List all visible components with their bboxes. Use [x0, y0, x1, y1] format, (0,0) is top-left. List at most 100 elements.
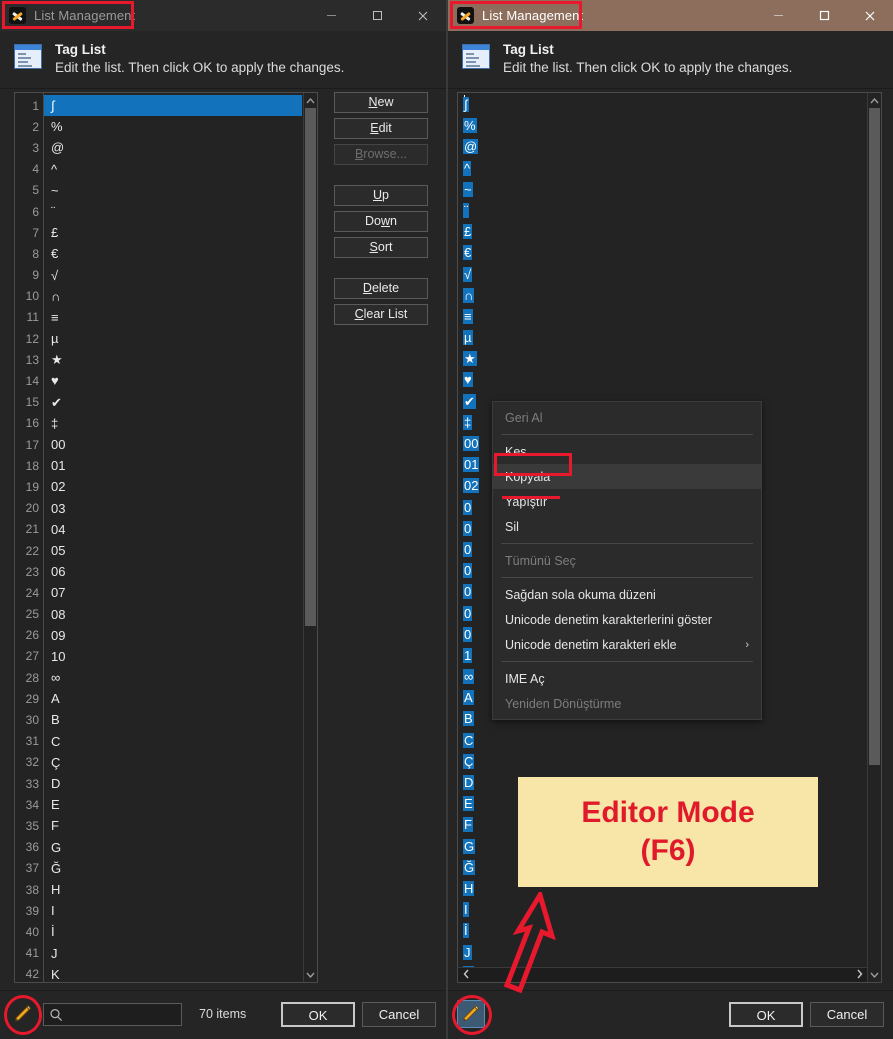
list-item-value-wrap: ∩: [44, 286, 302, 307]
list-item[interactable]: 10∩: [15, 286, 302, 307]
context-menu-item-paste[interactable]: Yapıştır: [493, 489, 761, 514]
list-item[interactable]: 1902: [15, 476, 302, 497]
tag-listbox[interactable]: 1∫2%3@4^5~6¨7£8€9√10∩11≡12µ13★14♥15✔16‡1…: [14, 92, 318, 983]
list-item-number: 31: [15, 734, 44, 748]
list-item[interactable]: 1700: [15, 434, 302, 455]
list-item[interactable]: 2306: [15, 561, 302, 582]
editor-mode-pencil-button-left[interactable]: [9, 1000, 37, 1028]
clear-list-button[interactable]: Clear List: [334, 304, 428, 325]
scrollbar-thumb[interactable]: [305, 108, 316, 626]
list-item[interactable]: 28∞: [15, 667, 302, 688]
editor-line: 0: [463, 581, 483, 602]
list-item[interactable]: 2%: [15, 116, 302, 137]
titlebar-left[interactable]: List Management: [0, 0, 446, 31]
list-item[interactable]: 38H: [15, 879, 302, 900]
list-item[interactable]: 11≡: [15, 307, 302, 328]
list-item[interactable]: 37Ğ: [15, 858, 302, 879]
list-item-value-wrap: K: [44, 964, 302, 983]
up-button[interactable]: Up: [334, 185, 428, 206]
cancel-button-right[interactable]: Cancel: [810, 1002, 884, 1027]
list-item[interactable]: 16‡: [15, 413, 302, 434]
context-menu-item-cut[interactable]: Kes: [493, 439, 761, 464]
list-item[interactable]: 14♥: [15, 370, 302, 391]
list-item[interactable]: 3@: [15, 137, 302, 158]
ok-button-left[interactable]: OK: [281, 1002, 355, 1027]
editor-line: £: [463, 221, 483, 242]
list-item[interactable]: 8€: [15, 243, 302, 264]
list-item[interactable]: 2710: [15, 646, 302, 667]
editor-line: 00: [463, 433, 483, 454]
cancel-button-left[interactable]: Cancel: [362, 1002, 436, 1027]
list-item[interactable]: 1801: [15, 455, 302, 476]
editor-line: D: [463, 772, 483, 793]
scroll-up-icon[interactable]: [304, 93, 317, 108]
list-item[interactable]: 5~: [15, 180, 302, 201]
close-icon[interactable]: [400, 0, 446, 31]
minimize-icon[interactable]: [308, 0, 354, 31]
list-item-number: 20: [15, 501, 44, 515]
sort-button[interactable]: Sort: [334, 237, 428, 258]
context-menu-item-rtl-reading-order[interactable]: Sağdan sola okuma düzeni: [493, 582, 761, 607]
list-item[interactable]: 39I: [15, 900, 302, 921]
list-item[interactable]: 36G: [15, 837, 302, 858]
delete-button[interactable]: Delete: [334, 278, 428, 299]
list-item[interactable]: 33D: [15, 773, 302, 794]
context-menu-item-open-ime[interactable]: IME Aç: [493, 666, 761, 691]
list-item[interactable]: 15✔: [15, 392, 302, 413]
list-item[interactable]: 41J: [15, 943, 302, 964]
scroll-right-icon[interactable]: [851, 969, 867, 982]
list-item-number: 36: [15, 840, 44, 854]
context-menu-item-show-unicode-control[interactable]: Unicode denetim karakterlerini göster: [493, 607, 761, 632]
list-item[interactable]: 2407: [15, 582, 302, 603]
list-item[interactable]: 1∫: [15, 95, 302, 116]
titlebar-right[interactable]: List Management: [448, 0, 893, 31]
list-item[interactable]: 7£: [15, 222, 302, 243]
close-icon[interactable]: [847, 0, 893, 31]
list-item-value: 01: [44, 458, 65, 473]
list-item[interactable]: 32Ç: [15, 752, 302, 773]
list-item[interactable]: 29A: [15, 688, 302, 709]
list-item[interactable]: 13★: [15, 349, 302, 370]
list-item[interactable]: 2205: [15, 540, 302, 561]
scroll-down-icon[interactable]: [304, 967, 317, 982]
context-menu-item-label: Unicode denetim karakteri ekle: [505, 638, 677, 652]
edit-button[interactable]: Edit: [334, 118, 428, 139]
scroll-left-icon[interactable]: [458, 969, 474, 982]
list-item[interactable]: 35F: [15, 815, 302, 836]
list-item[interactable]: 2609: [15, 625, 302, 646]
context-menu-item-copy[interactable]: Kopyala: [493, 464, 761, 489]
list-item[interactable]: 2003: [15, 498, 302, 519]
chevron-right-icon: ›: [745, 639, 749, 651]
scroll-down-icon[interactable]: [868, 967, 881, 982]
scroll-up-icon[interactable]: [868, 93, 881, 108]
context-menu-item-delete[interactable]: Sil: [493, 514, 761, 539]
editor-mode-pencil-button-right[interactable]: [457, 1000, 485, 1028]
new-button[interactable]: New: [334, 92, 428, 113]
search-box-left[interactable]: [43, 1003, 182, 1026]
list-item-number: 6: [15, 205, 44, 219]
maximize-icon[interactable]: [354, 0, 400, 31]
editor-vertical-scrollbar[interactable]: [867, 93, 881, 982]
list-item[interactable]: 6¨: [15, 201, 302, 222]
list-item[interactable]: 30B: [15, 709, 302, 730]
minimize-icon[interactable]: [755, 0, 801, 31]
editor-context-menu[interactable]: Geri AlKesKopyalaYapıştırSilTümünü SeçSa…: [492, 401, 762, 720]
list-item[interactable]: 9√: [15, 265, 302, 286]
list-item[interactable]: 42K: [15, 964, 302, 983]
list-item[interactable]: 2508: [15, 604, 302, 625]
editor-line-list: ∫%@^~¨£€√∩≡µ★♥✔‡00010200000001∞ABCÇDEFGĞ…: [463, 94, 483, 983]
list-item[interactable]: 2104: [15, 519, 302, 540]
context-menu-item-insert-unicode-control[interactable]: Unicode denetim karakteri ekle ›: [493, 632, 761, 657]
scrollbar-thumb[interactable]: [869, 108, 880, 765]
list-item[interactable]: 40İ: [15, 921, 302, 942]
list-item-value-wrap: ¨: [44, 201, 302, 222]
maximize-icon[interactable]: [801, 0, 847, 31]
editor-line: %: [463, 115, 483, 136]
list-item[interactable]: 34E: [15, 794, 302, 815]
listbox-vertical-scrollbar[interactable]: [303, 93, 317, 982]
down-button[interactable]: Down: [334, 211, 428, 232]
list-item[interactable]: 12µ: [15, 328, 302, 349]
list-item[interactable]: 4^: [15, 159, 302, 180]
ok-button-right[interactable]: OK: [729, 1002, 803, 1027]
list-item[interactable]: 31C: [15, 731, 302, 752]
